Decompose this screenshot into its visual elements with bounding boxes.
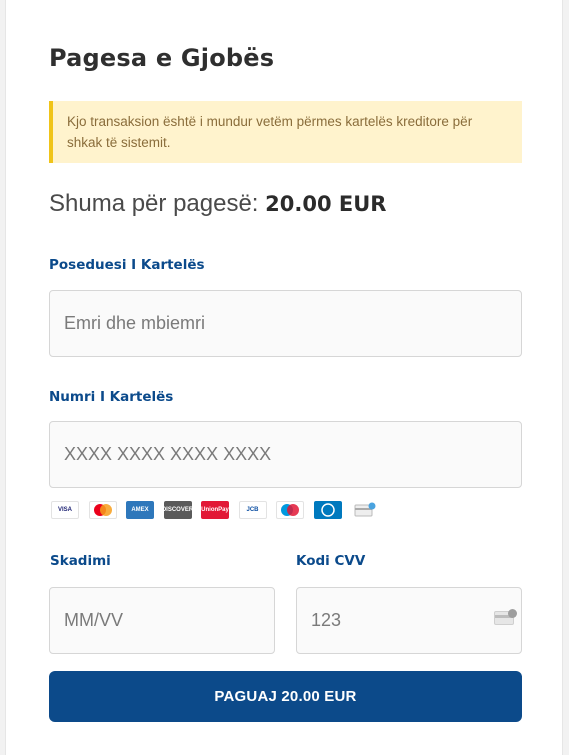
discover-icon: DISCOVER: [163, 501, 192, 519]
pay-button[interactable]: PAGUAJ 20.00 EUR: [49, 671, 522, 722]
notice-banner: Kjo transaksion është i mundur vetëm për…: [49, 101, 522, 163]
expiry-label: Skadimi: [50, 553, 111, 569]
generic-card-icon: [351, 501, 379, 519]
page-title: Pagesa e Gjobës: [49, 44, 275, 72]
amount-row: Shuma për pagesë: 20.00 EUR: [49, 190, 386, 218]
maestro-icon: [276, 501, 304, 519]
amount-value: 20.00 EUR: [265, 192, 387, 216]
card-number-label: Numri I Kartelës: [49, 389, 174, 405]
visa-icon: VISA: [51, 501, 79, 519]
amount-label: Shuma për pagesë:: [49, 190, 259, 217]
cvv-card-icon: [494, 609, 517, 625]
card-number-input[interactable]: [49, 421, 522, 488]
cardholder-input[interactable]: [49, 290, 522, 357]
expiry-input[interactable]: [49, 587, 275, 654]
payment-card: Pagesa e Gjobës Kjo transaksion është i …: [5, 0, 563, 755]
cardholder-label: Poseduesi I Kartelës: [49, 257, 205, 273]
cvv-input[interactable]: [296, 587, 522, 654]
cvv-label: Kodi CVV: [296, 553, 366, 569]
diners-club-icon: [313, 501, 342, 519]
mastercard-icon: [88, 501, 117, 519]
american-express-icon: AMEX: [126, 501, 154, 519]
unionpay-icon: UnionPay: [201, 501, 229, 519]
jcb-icon: JCB: [238, 501, 267, 519]
